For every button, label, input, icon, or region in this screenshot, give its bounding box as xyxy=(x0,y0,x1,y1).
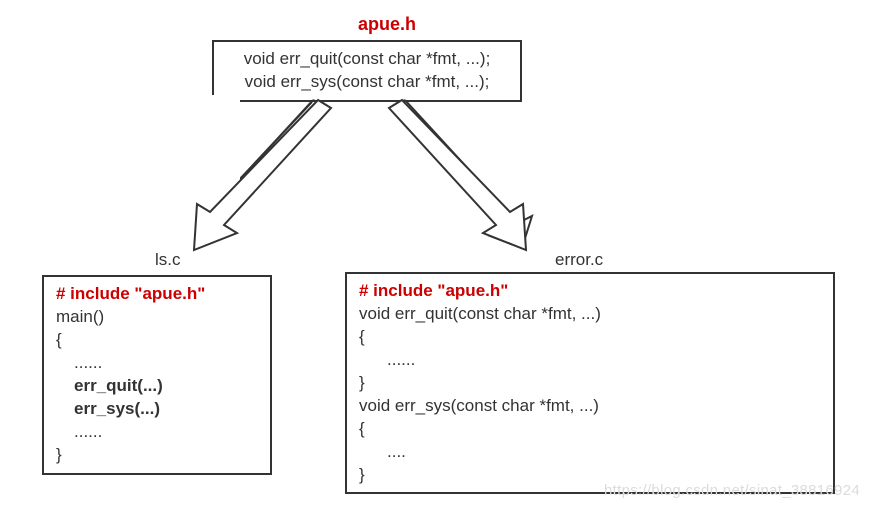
ls-c-box: # include "apue.h" main() { ...... err_q… xyxy=(42,275,272,475)
error-filename-label: error.c xyxy=(555,250,603,270)
header-file-title: apue.h xyxy=(358,14,416,35)
arrow-right-clean xyxy=(391,100,532,248)
ls-call-err-quit: err_quit(...) xyxy=(56,375,258,398)
error-s-dots: .... xyxy=(359,441,821,464)
error-err-quit-decl: void err_quit(const char *fmt, ...) xyxy=(359,303,821,326)
decl-err-quit: void err_quit(const char *fmt, ...); xyxy=(226,48,508,71)
arrow-to-error-c xyxy=(389,100,526,250)
error-q-dots: ...... xyxy=(359,349,821,372)
header-declarations-box: void err_quit(const char *fmt, ...); voi… xyxy=(212,40,522,102)
watermark: https://blog.csdn.net/sinat_38816924 xyxy=(604,482,860,499)
ls-brace-open: { xyxy=(56,329,258,352)
error-include: # include "apue.h" xyxy=(359,280,821,303)
cleanup-patch xyxy=(160,95,240,255)
error-err-sys-decl: void err_sys(const char *fmt, ...) xyxy=(359,395,821,418)
error-c-box: # include "apue.h" void err_quit(const c… xyxy=(345,272,835,494)
ls-dots2: ...... xyxy=(56,421,258,444)
ls-include: # include "apue.h" xyxy=(56,283,258,306)
ls-call-err-sys: err_sys(...) xyxy=(56,398,258,421)
ls-main: main() xyxy=(56,306,258,329)
error-q-brace-close: } xyxy=(359,372,821,395)
error-s-brace-open: { xyxy=(359,418,821,441)
ls-filename-label: ls.c xyxy=(155,250,181,270)
ls-brace-close: } xyxy=(56,444,258,467)
ls-dots1: ...... xyxy=(56,352,258,375)
error-q-brace-open: { xyxy=(359,326,821,349)
decl-err-sys: void err_sys(const char *fmt, ...); xyxy=(226,71,508,94)
